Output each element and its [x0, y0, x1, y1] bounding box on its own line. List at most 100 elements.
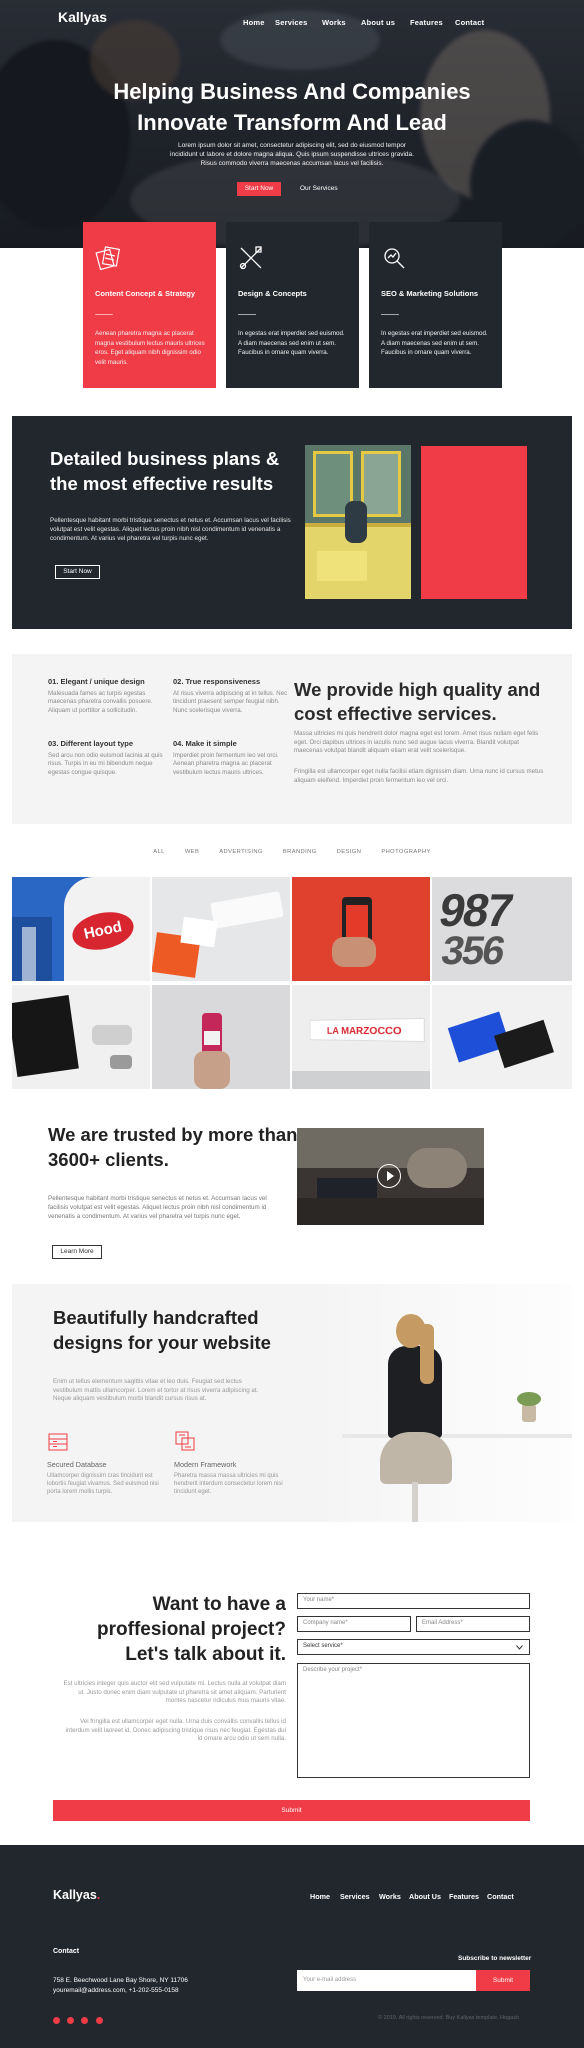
accent-block	[421, 446, 527, 599]
play-icon[interactable]	[377, 1164, 401, 1188]
company-field[interactable]: Company name*	[297, 1616, 411, 1632]
framework-icon	[175, 1431, 195, 1451]
portfolio-tile-packages[interactable]	[432, 985, 572, 1089]
twitter-icon[interactable]	[67, 2017, 74, 2024]
contact-paragraph: Vel fringilla est ullamcorper eget nulla…	[65, 1718, 286, 1743]
filter-web[interactable]: WEB	[185, 849, 199, 855]
newsletter-submit-button[interactable]: Submit	[476, 1970, 530, 1991]
features-paragraph: Fringilla est ullamcorper eget nulla fac…	[294, 768, 544, 784]
service-select-value: Select service*	[303, 1643, 343, 1649]
footer-nav-contact[interactable]: Contact	[487, 1892, 514, 1901]
service-card-strategy[interactable]: Content Concept & Strategy Aenean pharet…	[83, 222, 216, 388]
seo-search-icon	[384, 248, 405, 269]
business-plans-section: Detailed business plans & the most effec…	[12, 416, 572, 629]
nav-works[interactable]: Works	[322, 18, 346, 27]
office-photo	[305, 445, 411, 599]
feature-modern-framework: Modern Framework Pharetra massa massa ult…	[174, 1460, 283, 1495]
portfolio-tile-hood[interactable]: Hood	[12, 877, 150, 981]
portfolio-filters: ALL WEB ADVERTISING BRANDING DESIGN PHOT…	[0, 849, 584, 855]
service-card-design[interactable]: Design & Concepts In egestas erat imperd…	[226, 222, 359, 388]
footer-nav-home[interactable]: Home	[310, 1892, 330, 1901]
nav-about[interactable]: About us	[361, 18, 395, 27]
feature-item: 01. Elegant / unique design Malesuada fam…	[48, 677, 153, 714]
filter-advertising[interactable]: ADVERTISING	[219, 849, 263, 855]
footer-nav-features[interactable]: Features	[449, 1892, 479, 1901]
card-title: SEO & Marketing Solutions	[381, 289, 479, 298]
newsletter-email-input[interactable]: Your e-mail address	[297, 1970, 476, 1991]
our-services-link[interactable]: Our Services	[300, 182, 338, 196]
strategy-icon	[95, 246, 120, 271]
chair	[380, 1432, 452, 1484]
footer: Kallyas. Home Services Works About Us Fe…	[0, 1845, 584, 2048]
name-field[interactable]: Your name*	[297, 1593, 530, 1609]
feature-item: 03. Different layout type Sed arcu non od…	[48, 739, 163, 776]
start-now-button[interactable]: Start Now	[237, 182, 281, 196]
footer-nav-about[interactable]: About Us	[409, 1892, 441, 1901]
feature-secured-database: Secured Database Ullamcorper dignissim cr…	[47, 1460, 159, 1495]
footer-nav-services[interactable]: Services	[340, 1892, 370, 1901]
plans-text: Pellentesque habitant morbi tristique se…	[50, 517, 291, 542]
card-title: Design & Concepts	[238, 289, 307, 298]
features-paragraph: Massa ultricies mi quis hendrerit dolor …	[294, 730, 539, 754]
lamarzocco-sign: LA MARZOCCO	[309, 1017, 425, 1043]
email-field[interactable]: Email Address*	[416, 1616, 530, 1632]
learn-more-button[interactable]: Learn More	[52, 1245, 102, 1259]
plans-start-button[interactable]: Start Now	[55, 565, 100, 579]
card-title: Content Concept & Strategy	[95, 289, 196, 298]
footer-address: 758 E. Beechwood Lane Bay Shore, NY 1170…	[53, 1977, 188, 1984]
trusted-title: We are trusted by more than 3600+ client…	[48, 1124, 298, 1170]
service-card-seo[interactable]: SEO & Marketing Solutions In egestas era…	[369, 222, 502, 388]
handcrafted-title: Beautifully handcrafted designs for your…	[53, 1307, 271, 1353]
hero-title: Helping Business And Companies Innovate …	[113, 79, 471, 135]
handcrafted-section: Beautifully handcrafted designs for your…	[12, 1284, 572, 1522]
portfolio-tile-phone[interactable]	[292, 877, 430, 981]
site-logo[interactable]: Kallyas	[58, 9, 107, 25]
card-text: In egestas erat imperdiet sed euismod. A…	[238, 330, 345, 356]
feature-item: 02. True responsiveness At risus viverra …	[173, 677, 288, 714]
hero-text: Lorem ipsum dolor sit amet, consectetur …	[170, 142, 414, 167]
instagram-icon[interactable]	[81, 2017, 88, 2024]
nav-home[interactable]: Home	[243, 18, 265, 27]
card-text: Aenean pharetra magna ac placerat magna …	[95, 330, 205, 366]
nav-services[interactable]: Services	[275, 18, 307, 27]
copyright: © 2019. All rights reserved. Buy Kallyas…	[378, 2015, 520, 2021]
youtube-icon[interactable]	[96, 2017, 103, 2024]
plans-title: Detailed business plans & the most effec…	[50, 448, 280, 494]
card-text: In egestas erat imperdiet sed euismod. A…	[381, 330, 488, 356]
contact-title: Want to have a proffesional project? Let…	[97, 1594, 286, 1665]
footer-contact-heading: Contact	[53, 1948, 80, 1955]
video-thumbnail[interactable]	[297, 1128, 484, 1225]
features-heading: We provide high quality and cost effecti…	[294, 679, 541, 724]
filter-all[interactable]: ALL	[153, 849, 165, 855]
features-section: 01. Elegant / unique design Malesuada fam…	[12, 654, 572, 824]
service-select[interactable]: Select service*	[297, 1639, 530, 1655]
hero-section: Kallyas Home Services Works About us Fea…	[0, 0, 584, 248]
project-textarea[interactable]: Describe your project*	[297, 1663, 530, 1778]
trusted-text: Pellentesque habitant morbi tristique se…	[48, 1195, 267, 1220]
footer-logo[interactable]: Kallyas.	[53, 1888, 100, 1902]
portfolio-tile-keyboard[interactable]	[152, 877, 290, 981]
filter-photography[interactable]: PHOTOGRAPHY	[381, 849, 430, 855]
footer-email-phone[interactable]: youremail@address.com, +1-202-555-0158	[53, 1987, 179, 1994]
card-divider	[95, 314, 113, 315]
nav-features[interactable]: Features	[410, 18, 443, 27]
database-icon	[48, 1433, 68, 1451]
chevron-down-icon	[516, 1645, 523, 1650]
card-divider	[238, 314, 256, 315]
nav-contact[interactable]: Contact	[455, 18, 484, 27]
contact-paragraph: Est ultricies integer quis auctor elit s…	[63, 1680, 286, 1705]
portfolio-tile-lamarzocco[interactable]: LA MARZOCCO	[292, 985, 430, 1089]
footer-nav-works[interactable]: Works	[379, 1892, 401, 1901]
handcrafted-text: Enim ut tellus elementum sagittis vitae …	[53, 1378, 259, 1403]
facebook-icon[interactable]	[53, 2017, 60, 2024]
design-tools-icon	[239, 246, 262, 270]
portfolio-tile-bag[interactable]	[12, 985, 150, 1089]
portfolio-tile-numbers[interactable]: 987 356	[432, 877, 572, 981]
filter-branding[interactable]: BRANDING	[283, 849, 317, 855]
card-divider	[381, 314, 399, 315]
contact-submit-button[interactable]: Submit	[53, 1800, 530, 1821]
filter-design[interactable]: DESIGN	[337, 849, 362, 855]
portfolio-tile-juice[interactable]	[152, 985, 290, 1089]
feature-item: 04. Make it simple Imperdiet proin fermen…	[173, 739, 279, 776]
newsletter-heading: Subscribe to newsletter	[458, 1955, 532, 1962]
